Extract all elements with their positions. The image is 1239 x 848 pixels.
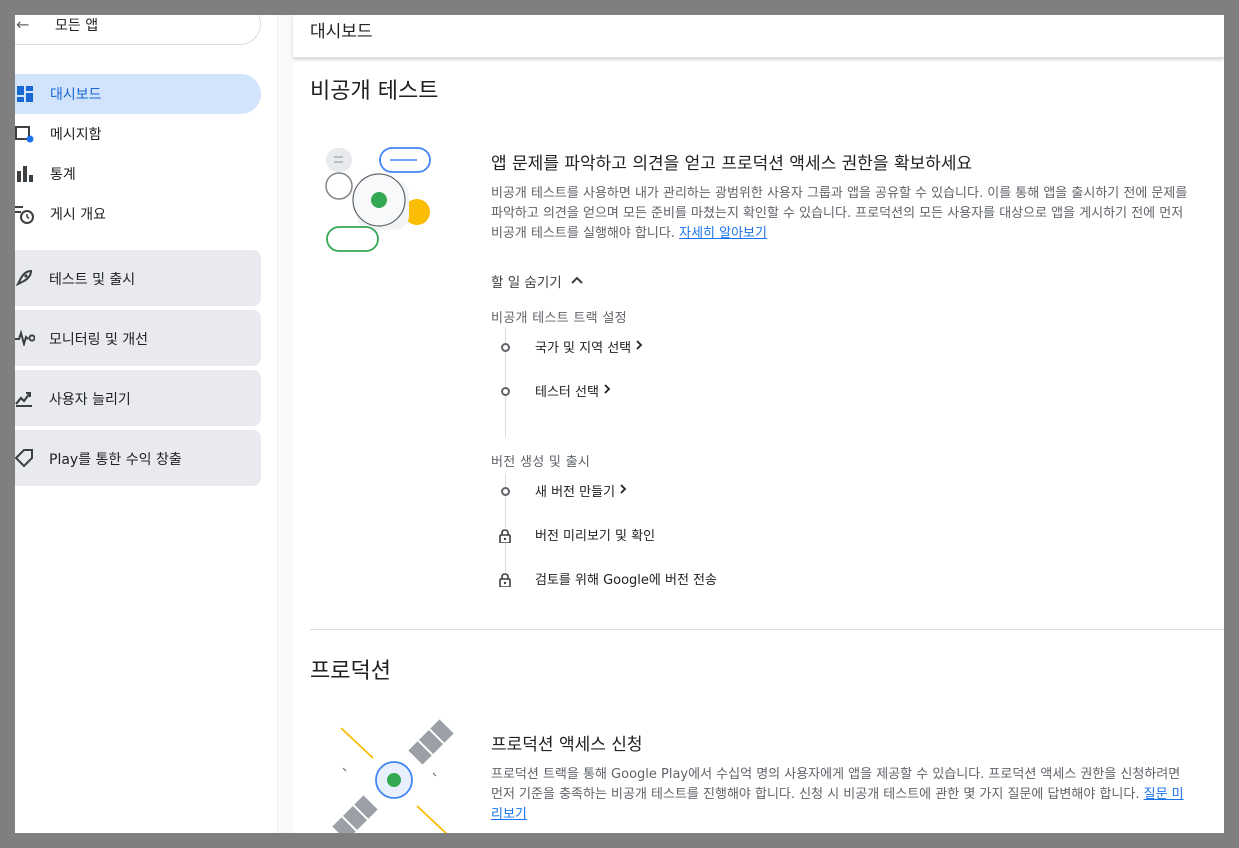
task-send-for-review: 검토를 위해 Google에 버전 전송 (535, 569, 717, 588)
description-line: 비공개 테스트를 사용하면 내가 관리하는 광범위한 사용자 그룹과 앱을 공유… (491, 186, 1188, 201)
sidebar-group-label: 테스트 및 출시 (49, 272, 136, 288)
back-label: 모든 앱 (55, 18, 99, 34)
sidebar-group-label: 모니터링 및 개선 (49, 332, 149, 348)
hide-tasks-label: 할 일 숨기기 (491, 275, 562, 291)
task-group-label: 비공개 테스트 트랙 설정 (491, 311, 627, 326)
sidebar-group-label: Play를 통한 수익 창출 (49, 452, 182, 468)
lock-icon (498, 528, 512, 544)
task-label: 검토를 위해 Google에 버전 전송 (535, 573, 717, 588)
sidebar-item-inbox[interactable]: 메시지함 (15, 114, 261, 154)
growth-icon (15, 388, 35, 408)
production-illustration (331, 718, 461, 833)
card-title-closed-testing: 앱 문제를 파악하고 의견을 얻고 프로덕션 액세스 권한을 확보하세요 (491, 154, 973, 174)
bar-chart-icon (15, 164, 35, 184)
chevron-right-icon (603, 383, 611, 399)
description-line: 먼저 기준을 충족하는 비공개 테스트를 진행해야 합니다. 신청 시 비공개 … (491, 787, 1140, 802)
sidebar: ← 모든 앱 대시보드 메시지함 통계 게시 개요 테스트 및 출시 모니터링 … (15, 15, 277, 833)
task-label: 버전 미리보기 및 확인 (535, 529, 656, 544)
chevron-up-icon (570, 273, 584, 289)
sidebar-item-label: 대시보드 (50, 87, 102, 103)
hide-tasks-toggle[interactable]: 할 일 숨기기 (491, 271, 584, 291)
section-divider (310, 629, 1224, 630)
sidebar-item-label: 게시 개요 (50, 207, 106, 223)
sidebar-group-label: 사용자 늘리기 (49, 392, 131, 408)
task-select-countries[interactable]: 국가 및 지역 선택 (535, 337, 643, 356)
task-group-label: 버전 생성 및 출시 (491, 455, 591, 470)
main-content: 대시보드 비공개 테스트 앱 문제를 파악하고 의견을 얻고 프로덕션 액세스 … (293, 15, 1224, 833)
tag-icon (15, 448, 35, 468)
card-title-production: 프로덕션 액세스 신청 (491, 735, 643, 755)
description-line: 비공개 테스트를 실행해야 합니다. (491, 226, 675, 241)
rocket-icon (15, 268, 35, 288)
task-select-testers[interactable]: 테스터 선택 (535, 381, 611, 400)
closed-testing-illustration (325, 145, 445, 255)
section-title-closed-testing: 비공개 테스트 (310, 79, 439, 104)
lock-icon (498, 572, 512, 588)
description-line: 프로덕션 트랙을 통해 Google Play에서 수십억 명의 사용자에게 앱… (491, 767, 1181, 782)
sidebar-group-grow-users[interactable]: 사용자 늘리기 (15, 370, 261, 426)
task-label: 테스터 선택 (535, 385, 599, 400)
task-label: 새 버전 만들기 (535, 485, 616, 500)
monitoring-icon (15, 328, 35, 348)
content-gutter (278, 15, 293, 833)
task-preview-release: 버전 미리보기 및 확인 (535, 525, 655, 544)
arrow-left-icon: ← (16, 15, 30, 34)
sidebar-group-test-and-release[interactable]: 테스트 및 출시 (15, 250, 261, 306)
description-line: 파악하고 의견을 얻으며 모든 준비를 마쳤는지 확인할 수 있습니다. 프로덕… (491, 206, 1184, 221)
card-description-closed-testing: 비공개 테스트를 사용하면 내가 관리하는 광범위한 사용자 그룹과 앱을 공유… (491, 184, 1224, 244)
chevron-right-icon (635, 339, 643, 355)
card-description-production: 프로덕션 트랙을 통해 Google Play에서 수십억 명의 사용자에게 앱… (491, 765, 1224, 825)
task-status-dot (501, 387, 510, 396)
sidebar-item-statistics[interactable]: 통계 (15, 154, 261, 194)
chevron-right-icon (619, 483, 627, 499)
inbox-icon (15, 124, 35, 144)
learn-more-link[interactable]: 자세히 알아보기 (679, 226, 767, 241)
sidebar-item-publishing-overview[interactable]: 게시 개요 (15, 194, 261, 234)
section-title-production: 프로덕션 (310, 659, 391, 684)
sidebar-group-monetize-with-play[interactable]: Play를 통한 수익 창출 (15, 430, 261, 486)
task-label: 국가 및 지역 선택 (535, 341, 632, 356)
app-window: ← 모든 앱 대시보드 메시지함 통계 게시 개요 테스트 및 출시 모니터링 … (15, 15, 1224, 833)
schedule-icon (15, 204, 35, 224)
learn-more-link-continued[interactable]: 리보기 (491, 807, 527, 822)
sidebar-group-monitor-and-improve[interactable]: 모니터링 및 개선 (15, 310, 261, 366)
dashboard-icon (15, 84, 35, 104)
page-header: 대시보드 (293, 15, 1224, 58)
back-to-all-apps-button[interactable]: ← 모든 앱 (15, 15, 261, 45)
learn-more-link[interactable]: 질문 미 (1144, 787, 1184, 802)
sidebar-item-label: 메시지함 (50, 127, 102, 143)
page-title: 대시보드 (310, 22, 373, 42)
task-create-release[interactable]: 새 버전 만들기 (535, 481, 627, 500)
sidebar-item-dashboard[interactable]: 대시보드 (15, 74, 261, 114)
task-status-dot (501, 343, 510, 352)
task-status-dot (501, 487, 510, 496)
sidebar-item-label: 통계 (50, 167, 76, 183)
